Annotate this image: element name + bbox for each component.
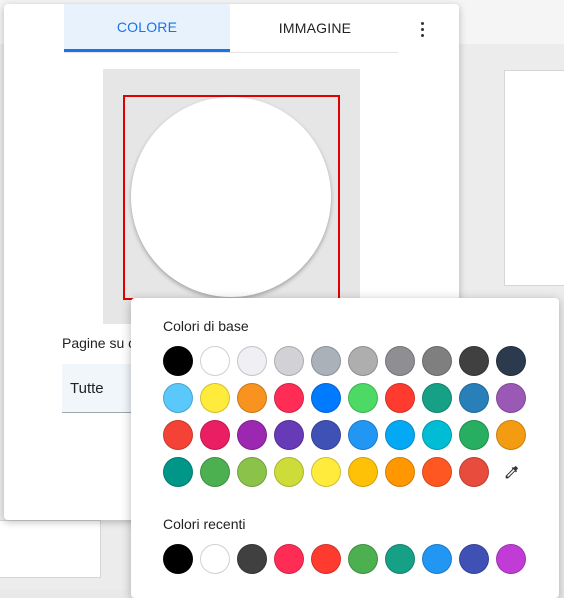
base-color-swatch[interactable] [311, 420, 341, 450]
base-color-swatch[interactable] [163, 420, 193, 450]
pages-label: Pagine su c [62, 335, 136, 351]
selected-color-frame [123, 95, 340, 300]
base-color-swatch[interactable] [385, 383, 415, 413]
base-color-swatch[interactable] [496, 383, 526, 413]
base-color-swatch[interactable] [385, 420, 415, 450]
color-preview-swatch[interactable] [131, 97, 331, 297]
base-color-swatch[interactable] [311, 346, 341, 376]
pages-select-value: Tutte [70, 380, 104, 397]
base-color-swatch[interactable] [422, 346, 452, 376]
base-color-swatch[interactable] [237, 420, 267, 450]
base-color-swatch[interactable] [459, 457, 489, 487]
base-color-swatch[interactable] [237, 346, 267, 376]
document-page-left [0, 520, 101, 578]
base-color-swatch[interactable] [348, 420, 378, 450]
base-color-swatch[interactable] [348, 383, 378, 413]
base-color-swatch[interactable] [385, 346, 415, 376]
base-color-swatch[interactable] [274, 457, 304, 487]
base-color-swatch[interactable] [422, 383, 452, 413]
base-color-swatch[interactable] [422, 420, 452, 450]
base-color-swatch[interactable] [348, 457, 378, 487]
base-color-swatch[interactable] [237, 383, 267, 413]
recent-color-swatch[interactable] [459, 544, 489, 574]
base-color-swatch[interactable] [274, 383, 304, 413]
recent-color-swatch[interactable] [200, 544, 230, 574]
recent-color-swatch[interactable] [348, 544, 378, 574]
recent-color-swatch[interactable] [237, 544, 267, 574]
base-color-swatch[interactable] [200, 383, 230, 413]
base-color-swatch[interactable] [459, 346, 489, 376]
base-color-swatch[interactable] [200, 457, 230, 487]
base-color-swatch[interactable] [237, 457, 267, 487]
base-color-swatch[interactable] [459, 420, 489, 450]
tab-colore[interactable]: COLORE [64, 4, 230, 52]
base-color-swatch[interactable] [274, 346, 304, 376]
recent-color-swatch[interactable] [496, 544, 526, 574]
base-colors-title: Colori di base [163, 318, 249, 334]
base-color-swatch[interactable] [311, 383, 341, 413]
base-color-swatch[interactable] [274, 420, 304, 450]
document-page-right [504, 70, 564, 286]
recent-color-swatch[interactable] [311, 544, 341, 574]
color-picker-popup: Colori di base Colori recenti [131, 298, 559, 598]
base-color-swatch[interactable] [459, 383, 489, 413]
base-color-swatch[interactable] [348, 346, 378, 376]
panel-tabs: COLORE IMMAGINE [64, 4, 398, 53]
base-color-swatch[interactable] [163, 457, 193, 487]
base-color-swatch[interactable] [496, 420, 526, 450]
recent-color-swatch[interactable] [385, 544, 415, 574]
recent-color-swatch[interactable] [163, 544, 193, 574]
base-color-swatch[interactable] [496, 346, 526, 376]
tab-immagine[interactable]: IMMAGINE [232, 4, 398, 52]
base-color-swatch[interactable] [163, 346, 193, 376]
base-color-swatch[interactable] [385, 457, 415, 487]
base-color-swatch[interactable] [311, 457, 341, 487]
eyedropper-icon[interactable] [496, 458, 526, 488]
base-color-swatch[interactable] [200, 420, 230, 450]
recent-color-swatch[interactable] [274, 544, 304, 574]
recent-color-swatch[interactable] [422, 544, 452, 574]
color-preview-area [103, 69, 360, 324]
recent-colors-title: Colori recenti [163, 516, 246, 532]
base-color-swatch[interactable] [200, 346, 230, 376]
more-options-icon[interactable] [414, 18, 430, 40]
base-color-swatch[interactable] [163, 383, 193, 413]
base-color-swatch[interactable] [422, 457, 452, 487]
